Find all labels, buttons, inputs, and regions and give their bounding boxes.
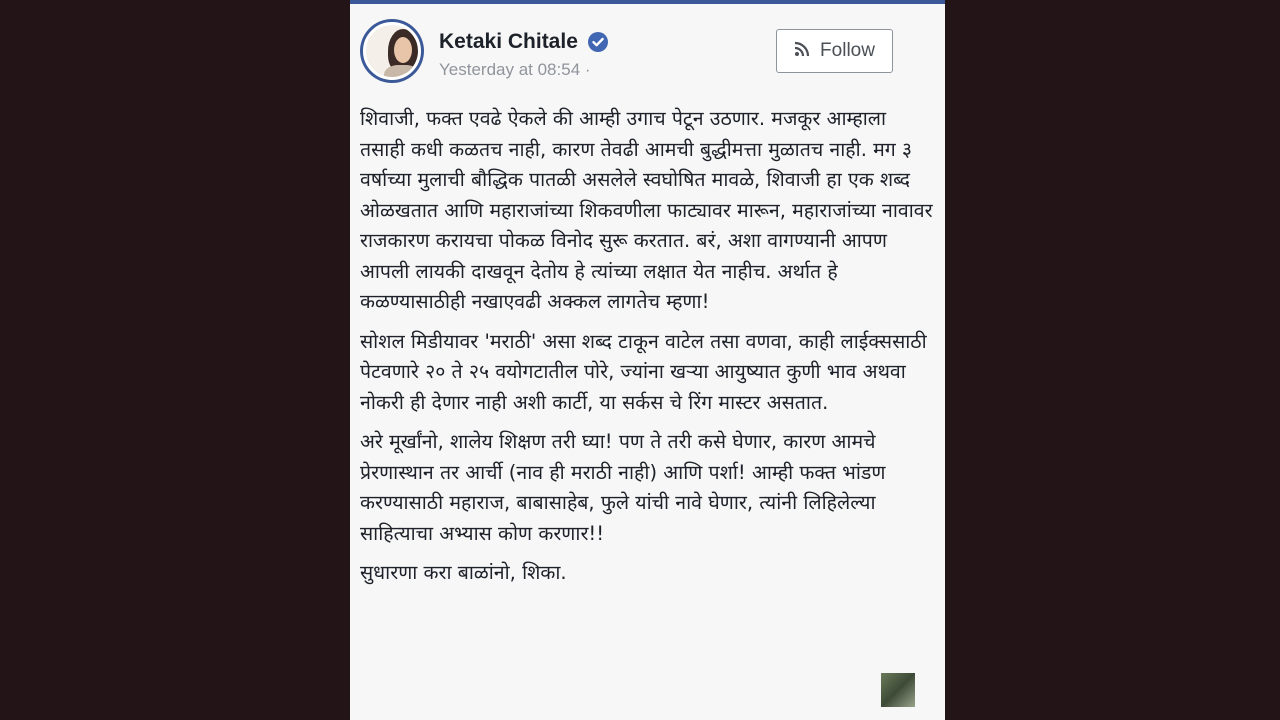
verified-badge-icon <box>588 32 608 52</box>
post-paragraph-3: अरे मूर्खांनो, शालेय शिक्षण तरी घ्या! पण… <box>360 430 886 545</box>
follow-label: Follow <box>820 40 875 61</box>
avatar-image <box>363 22 421 80</box>
rss-icon <box>794 41 810 61</box>
follow-button[interactable]: Follow <box>776 29 893 73</box>
post-paragraph-2: सोशल मिडीयावर 'मराठी' असा शब्द टाकून वाट… <box>360 329 927 414</box>
avatar[interactable] <box>360 19 424 83</box>
author-name[interactable]: Ketaki Chitale <box>439 30 578 54</box>
post-paragraph-1: शिवाजी, फक्त एवढे ऐकले की आम्ही उगाच पेट… <box>360 107 933 313</box>
post-paragraph-4: सुधारणा करा बाळांनो, शिका. <box>360 561 567 584</box>
post-timestamp[interactable]: Yesterday at 08:54 · <box>439 60 591 80</box>
attached-thumbnail[interactable] <box>881 673 915 707</box>
post-body: शिवाजी, फक्त एवढे ऐकले की आम्ही उगाच पेट… <box>360 104 935 598</box>
post-card: Ketaki Chitale Yesterday at 08:54 · Foll… <box>350 0 945 720</box>
top-accent-bar <box>350 0 945 4</box>
